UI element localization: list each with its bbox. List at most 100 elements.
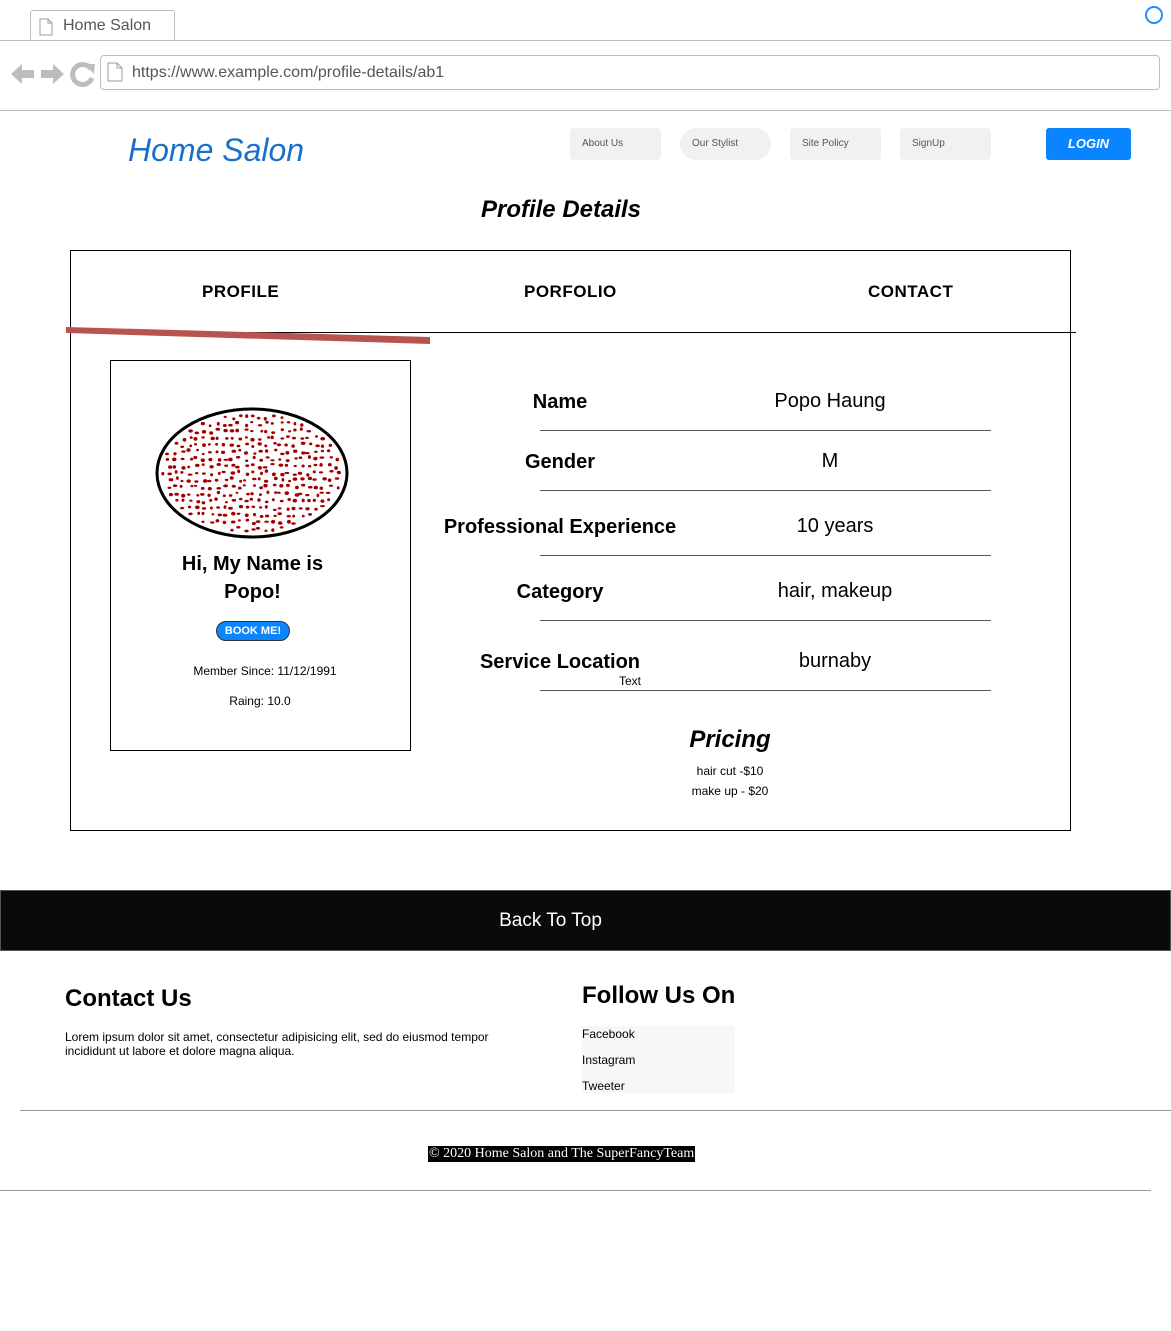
avatar-dot [217, 513, 222, 517]
avatar-dot [172, 465, 177, 469]
avatar-dot [196, 500, 201, 504]
avatar-dot [295, 485, 299, 490]
avatar-dot [193, 484, 198, 487]
forward-arrow-icon[interactable] [41, 64, 64, 84]
avatar-dot [228, 494, 233, 497]
back-arrow-icon[interactable] [11, 64, 34, 84]
avatar-dot [301, 464, 305, 468]
avatar-dot [189, 444, 193, 448]
avatar-dot [186, 448, 191, 452]
avatar-dot [201, 507, 207, 510]
avatar-dot [279, 499, 284, 503]
tab-contact[interactable]: CONTACT [868, 282, 953, 302]
instagram-link[interactable]: Instagram [582, 1053, 635, 1067]
avatar-dot [301, 483, 306, 487]
nav-site-policy[interactable]: Site Policy [790, 128, 881, 160]
avatar-dot [270, 435, 274, 440]
avatar-dot [195, 472, 199, 475]
facebook-link[interactable]: Facebook [582, 1027, 635, 1041]
location-value: burnaby [798, 650, 872, 672]
avatar-dot [194, 480, 199, 483]
avatar-dot [329, 469, 334, 473]
login-button[interactable]: LOGIN [1046, 128, 1131, 160]
avatar-dot [314, 450, 318, 453]
back-to-top-button[interactable]: Back To Top [0, 890, 1171, 951]
avatar-dot [253, 512, 256, 517]
avatar-dot [216, 463, 222, 466]
avatar-dot [193, 437, 198, 441]
avatar-dot [281, 478, 285, 482]
greeting-line-1: Hi, My Name is [181, 553, 324, 575]
avatar-dot [207, 451, 212, 454]
avatar-dot [210, 436, 215, 441]
avatar-dot [230, 520, 236, 524]
tab-profile[interactable]: PROFILE [202, 282, 279, 302]
avatar-dot [173, 452, 177, 456]
avatar-dot [308, 513, 312, 516]
row-divider [540, 620, 991, 621]
avatar-dot [273, 476, 278, 481]
avatar-dot [202, 479, 208, 483]
address-bar[interactable]: https://www.example.com/profile-details/… [100, 55, 1160, 90]
price-item: hair cut -$10 [696, 764, 764, 778]
avatar-dot [228, 506, 233, 510]
avatar-dot [238, 504, 244, 509]
site-logo[interactable]: Home Salon [128, 132, 304, 169]
avatar-dot [194, 505, 200, 510]
avatar-dot [298, 507, 303, 510]
avatar-dot [244, 428, 249, 431]
tab-portfolio[interactable]: PORFOLIO [524, 282, 617, 302]
avatar-dot [221, 450, 226, 454]
avatar-dot [181, 498, 185, 502]
tweeter-link[interactable]: Tweeter [582, 1079, 625, 1093]
avatar-dot [200, 421, 205, 426]
avatar-dot [285, 459, 290, 463]
book-me-button[interactable]: BOOK ME! [216, 621, 290, 641]
avatar-dot [180, 471, 184, 474]
avatar-dot [304, 451, 310, 455]
avatar-dot [229, 476, 234, 480]
avatar-dot [201, 501, 206, 505]
avatar-dot [313, 456, 318, 461]
footer-divider [0, 1190, 1151, 1191]
rating: Raing: 10.0 [229, 694, 291, 708]
avatar-dot [202, 472, 206, 475]
avatar-dot [292, 514, 296, 518]
nav-our-stylist[interactable]: Our Stylist [680, 128, 771, 160]
avatar-dot [300, 441, 306, 445]
tab-bar-divider [0, 40, 1171, 41]
avatar-dot [307, 485, 313, 489]
avatar-dot [273, 491, 278, 494]
avatar-dot [221, 470, 226, 474]
avatar-dot [187, 473, 193, 476]
avatar-dot [250, 421, 254, 424]
browser-tab[interactable]: Home Salon [30, 10, 175, 41]
chrome-divider [0, 110, 1171, 111]
avatar-dot [249, 497, 254, 501]
avatar-dot [263, 479, 269, 483]
circle-icon[interactable] [1145, 6, 1163, 24]
avatar-dot [236, 525, 241, 529]
avatar-dot [245, 472, 250, 476]
avatar-dot [168, 465, 173, 469]
avatar-dot [306, 473, 310, 477]
avatar-dot [188, 512, 193, 516]
nav-about-us[interactable]: About Us [570, 128, 661, 160]
avatar-dot [180, 479, 184, 483]
back-to-top-label: Back To Top [499, 910, 602, 931]
avatar-dot [271, 472, 276, 477]
avatar-dot [272, 508, 277, 511]
avatar-dot [301, 451, 306, 455]
avatar-dot [214, 478, 219, 482]
avatar-dot [270, 459, 275, 462]
avatar-dot [288, 479, 292, 483]
avatar-dot [245, 414, 249, 418]
reload-icon[interactable] [70, 62, 95, 87]
avatar-dot [284, 491, 290, 495]
avatar-dot [209, 465, 214, 469]
nav-signup[interactable]: SignUp [900, 128, 991, 160]
avatar-dot [245, 464, 250, 467]
avatar-dot [320, 436, 326, 441]
document-icon [39, 18, 53, 41]
avatar-dot [229, 429, 235, 433]
